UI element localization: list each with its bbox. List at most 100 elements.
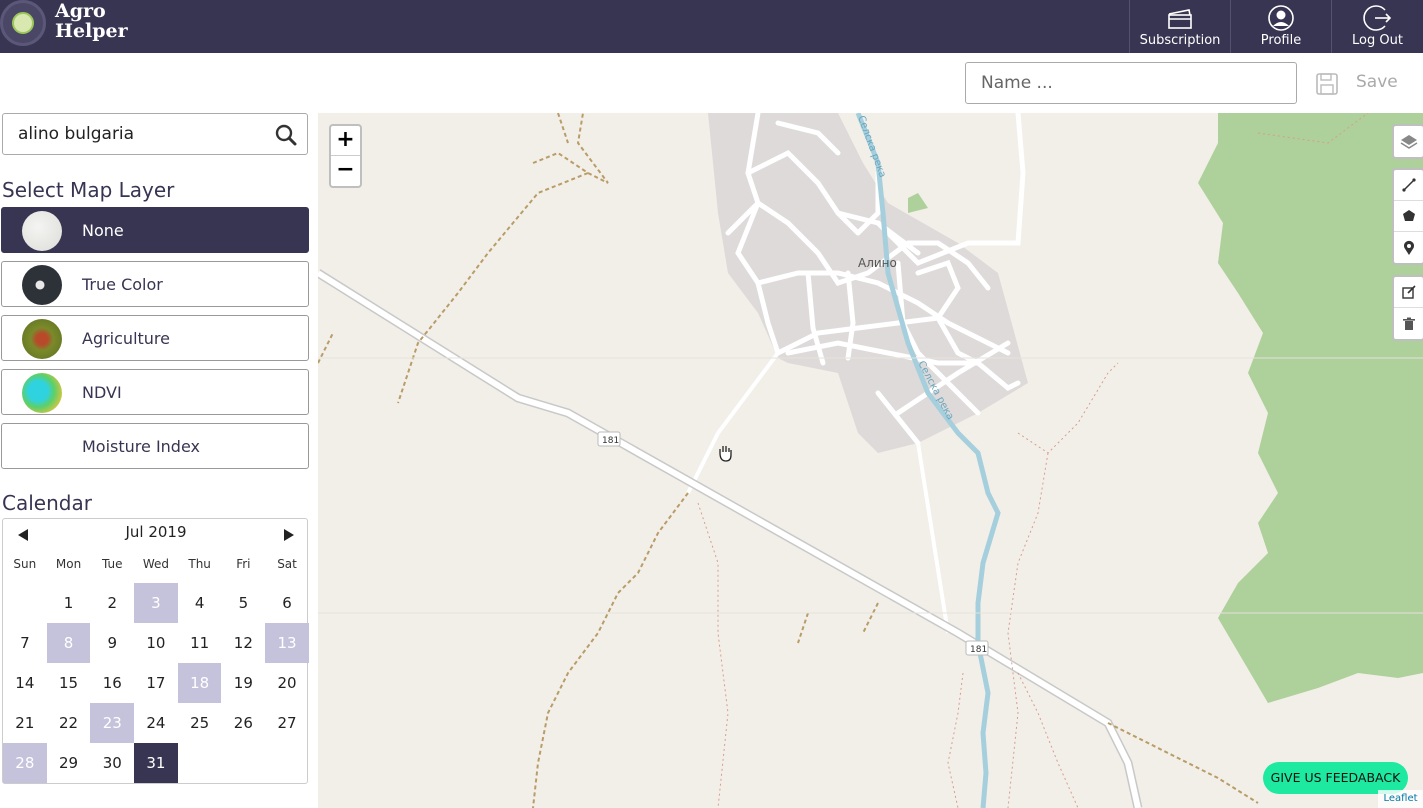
layers-title: Select Map Layer (2, 178, 175, 202)
layer-true-color[interactable]: True Color (1, 261, 309, 307)
weekday-header: Fri (236, 557, 251, 571)
layers-control (1392, 124, 1423, 159)
layer-agriculture-label: Agriculture (82, 329, 170, 348)
calendar-day[interactable]: 3 (134, 583, 178, 623)
calendar-day[interactable]: 4 (178, 583, 222, 623)
calendar-day[interactable]: 16 (90, 663, 134, 703)
weekday-header: Sun (13, 557, 37, 571)
calendar-day[interactable]: 30 (90, 743, 134, 783)
logo-icon[interactable] (0, 0, 46, 46)
calendar-day[interactable]: 13 (265, 623, 309, 663)
calendar-day[interactable]: 17 (134, 663, 178, 703)
calendar: Jul 2019 Sun Mon Tue Wed Thu Fri Sat 1 2 3 4 5 6 7 8 9 1… (2, 518, 309, 784)
calendar-day[interactable]: 1 (47, 583, 91, 623)
prev-month-icon[interactable] (18, 529, 28, 541)
zoom-control: + − (329, 124, 362, 188)
save-icon[interactable] (1315, 72, 1339, 96)
nav-logout[interactable]: Log Out (1331, 0, 1423, 53)
top-bar: Agro Helper Subscription Profile Log Out (0, 0, 1423, 53)
logout-icon (1362, 5, 1391, 31)
subscription-icon (1168, 9, 1192, 29)
calendar-day[interactable]: 18 (177, 663, 222, 703)
name-input[interactable] (965, 62, 1297, 104)
app-name-line1: Agro (55, 0, 106, 22)
calendar-day[interactable]: 11 (178, 623, 222, 663)
calendar-day[interactable]: 8 (46, 623, 91, 663)
road-number-east: 181 (970, 645, 987, 655)
calendar-day[interactable]: 29 (47, 743, 91, 783)
nav-subscription[interactable]: Subscription (1129, 0, 1230, 53)
calendar-title: Calendar (2, 491, 92, 515)
calendar-header: Jul 2019 (3, 523, 309, 547)
layer-none-thumbnail (22, 211, 62, 251)
draw-marker-button[interactable] (1394, 232, 1423, 263)
village-label: Алино (858, 256, 897, 270)
calendar-day[interactable]: 28 (3, 743, 47, 783)
app-logo-text[interactable]: Agro Helper (55, 1, 128, 41)
calendar-day[interactable]: 14 (3, 663, 47, 703)
layers-icon (1400, 134, 1417, 149)
layer-ndvi-label: NDVI (82, 383, 122, 402)
next-month-icon[interactable] (284, 529, 294, 541)
edit-layers-button[interactable] (1394, 277, 1423, 308)
zoom-out-button[interactable]: − (331, 156, 360, 186)
profile-icon (1268, 5, 1294, 31)
draw-polygon-button[interactable] (1394, 201, 1423, 232)
leaflet-attribution[interactable]: Leaflet (1378, 790, 1423, 808)
calendar-day[interactable]: 7 (3, 623, 47, 663)
marker-icon (1403, 240, 1414, 255)
layer-ndvi-thumbnail (22, 373, 62, 413)
nav-profile[interactable]: Profile (1230, 0, 1331, 53)
zoom-in-button[interactable]: + (331, 126, 360, 156)
calendar-day[interactable]: 31 (134, 743, 178, 783)
forest-area (1198, 113, 1423, 703)
layer-none-label: None (82, 221, 124, 240)
layers-button[interactable] (1394, 126, 1423, 157)
edit-toolbar (1392, 275, 1423, 341)
calendar-day[interactable]: 24 (134, 703, 178, 743)
calendar-day[interactable]: 2 (90, 583, 134, 623)
calendar-month: Jul 2019 (125, 523, 187, 541)
layer-true-color-thumbnail (22, 265, 62, 305)
trash-icon (1402, 317, 1415, 330)
polyline-icon (1401, 178, 1416, 192)
calendar-day[interactable]: 26 (222, 703, 266, 743)
layer-agriculture-thumbnail (22, 319, 62, 359)
search-field[interactable]: alino bulgaria (2, 113, 308, 155)
calendar-day[interactable]: 22 (47, 703, 91, 743)
calendar-day[interactable]: 5 (222, 583, 266, 623)
polygon-icon (1402, 210, 1415, 221)
calendar-day[interactable]: 20 (265, 663, 309, 703)
weekday-header: Mon (55, 557, 82, 571)
layer-ndvi[interactable]: NDVI (1, 369, 309, 415)
draw-polyline-button[interactable] (1394, 170, 1423, 201)
nav-logout-label: Log Out (1352, 33, 1403, 48)
hand-cursor-icon (719, 446, 732, 462)
calendar-day[interactable]: 19 (222, 663, 266, 703)
layer-moisture-index[interactable]: Moisture Index (1, 423, 309, 469)
nav-profile-label: Profile (1260, 33, 1302, 48)
edit-icon (1401, 285, 1416, 299)
calendar-day[interactable]: 27 (265, 703, 309, 743)
layer-agriculture[interactable]: Agriculture (1, 315, 309, 361)
weekday-header: Tue (101, 557, 123, 571)
weekday-header: Thu (188, 557, 211, 571)
calendar-day[interactable]: 9 (90, 623, 134, 663)
nav-subscription-label: Subscription (1139, 33, 1221, 48)
calendar-day[interactable]: 12 (222, 623, 266, 663)
calendar-day[interactable]: 23 (90, 703, 135, 743)
save-button[interactable]: Save (1356, 72, 1398, 92)
layer-none[interactable]: None (1, 207, 309, 253)
map[interactable]: Алино Селска река Селска река 181 181 + … (318, 113, 1423, 808)
calendar-day[interactable]: 15 (47, 663, 91, 703)
layer-true-color-label: True Color (82, 275, 163, 294)
road-shield-181-east: 181 (965, 640, 989, 656)
calendar-day[interactable]: 10 (134, 623, 178, 663)
delete-layers-button[interactable] (1394, 308, 1423, 339)
calendar-day[interactable]: 25 (178, 703, 222, 743)
calendar-day[interactable]: 21 (3, 703, 47, 743)
calendar-day[interactable]: 6 (265, 583, 309, 623)
search-icon[interactable] (275, 124, 297, 146)
search-input[interactable]: alino bulgaria (18, 124, 134, 144)
map-tiles: Алино Селска река Селска река 181 181 (318, 113, 1423, 808)
